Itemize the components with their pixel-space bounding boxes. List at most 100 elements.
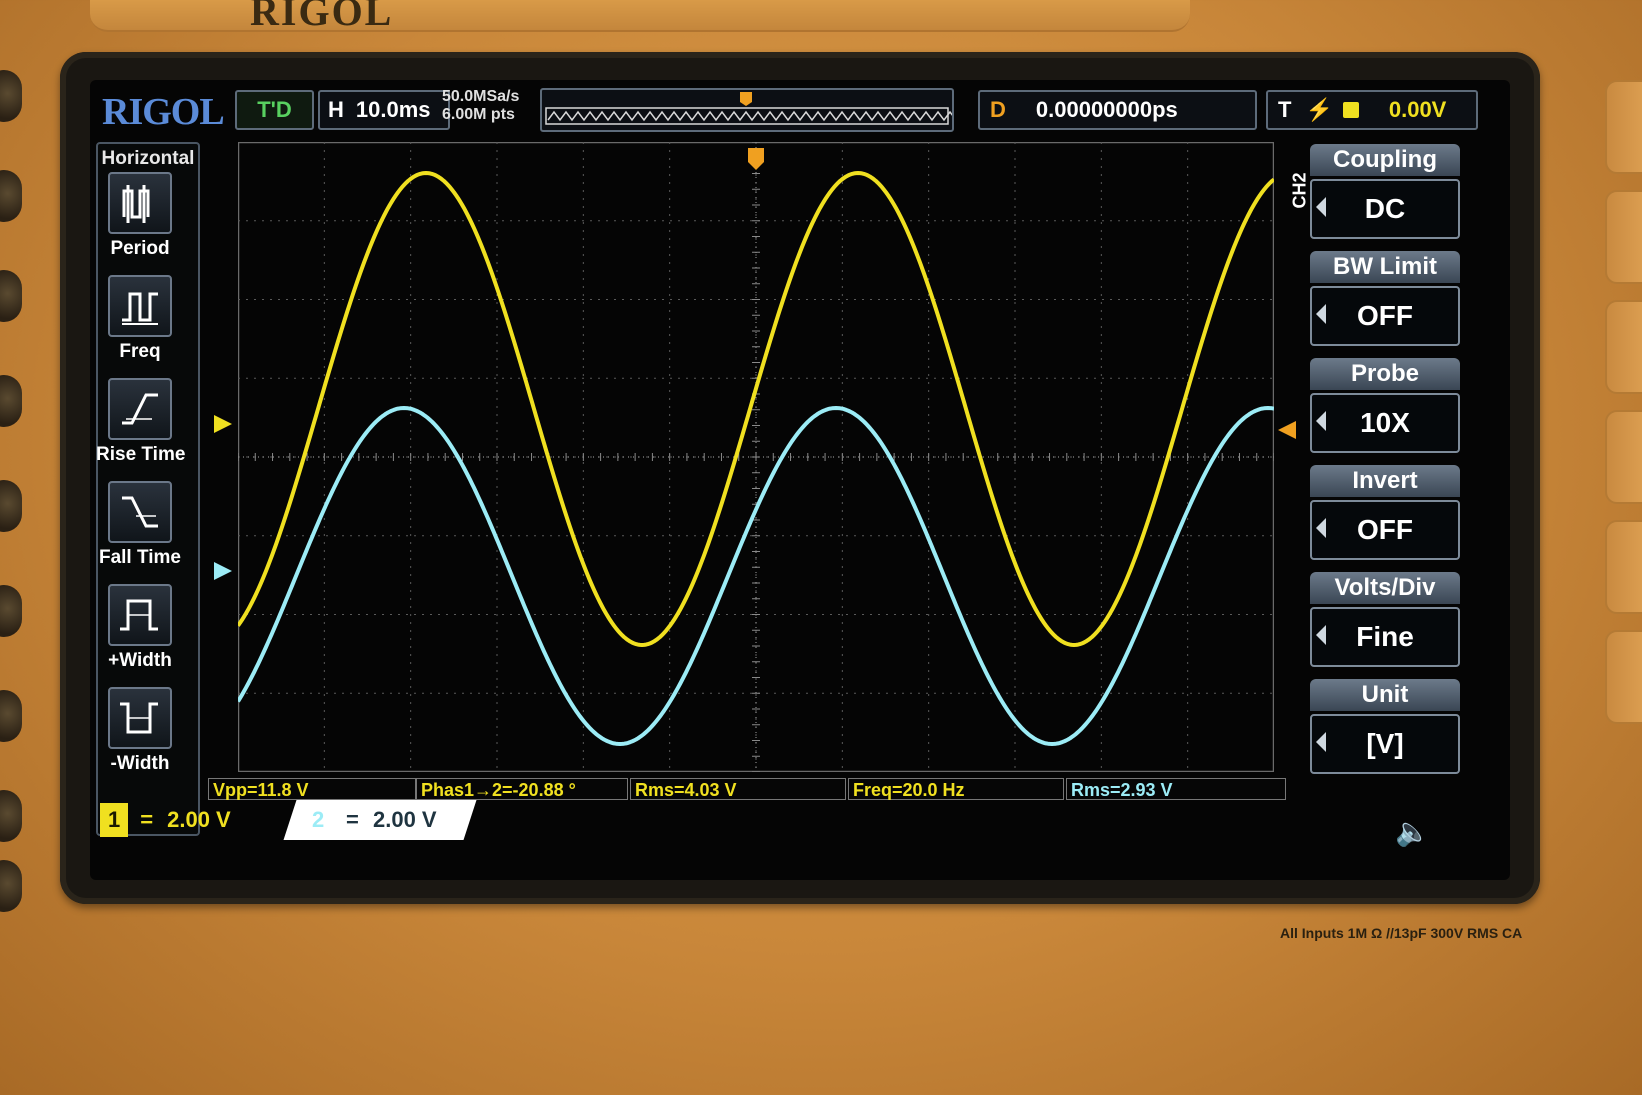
input-spec-label: All Inputs 1M Ω //13pF 300V RMS CA (1280, 925, 1523, 941)
side-knob (0, 790, 22, 842)
channel-menu-label: Volts/Div (1310, 572, 1460, 604)
negative-width-icon (108, 687, 172, 749)
horizontal-menu-item-negative-width[interactable]: -Width (96, 687, 184, 775)
timebase-display[interactable]: H 10.0ms (318, 90, 450, 130)
trigger-key: T (1278, 97, 1292, 122)
horizontal-menu-item-rise-time[interactable]: Rise Time (96, 378, 186, 466)
memory-overview (540, 88, 954, 132)
horizontal-menu-label: Rise Time (96, 444, 186, 465)
run-status: T'D (235, 90, 314, 130)
sample-rate: 50.0MSa/s (442, 88, 520, 105)
channel-menu-item-unit[interactable]: Unit [V] (1310, 679, 1460, 779)
oscilloscope-screen: RIGOL T'D H 10.0ms 50.0MSa/s 6.00M pts D… (90, 80, 1510, 880)
frequency-icon (108, 275, 172, 337)
left-arrow-icon (1316, 518, 1326, 538)
horizontal-menu-title: Horizontal (101, 148, 195, 169)
horizontal-menu-label: +Width (108, 650, 172, 671)
trigger-position-icon (748, 148, 764, 170)
channel-menu-value: OFF (1310, 286, 1460, 346)
channel-menu-value: 10X (1310, 393, 1460, 453)
horizontal-key: H (328, 97, 344, 122)
delay-display[interactable]: D 0.00000000ps (978, 90, 1257, 130)
channel-2-offset-marker-icon[interactable] (214, 562, 232, 580)
timebase-value: 10.0ms (355, 97, 431, 122)
positive-width-icon (108, 584, 172, 646)
side-knob (0, 690, 22, 742)
horizontal-menu-label: Fall Time (98, 547, 181, 568)
channel-1-indicator[interactable]: 1 = 2.00 V (100, 800, 280, 840)
horizontal-menu-label: Period (110, 238, 170, 259)
channel-1-coupling: = (140, 807, 154, 832)
left-arrow-icon (1316, 304, 1326, 324)
measurement-rms-ch2[interactable]: Rms=2.93 V (1066, 778, 1286, 800)
rise-time-icon (108, 378, 172, 440)
trigger-position-icon (740, 92, 752, 106)
channel-2-coupling: = (346, 807, 360, 832)
measurement-vpp[interactable]: Vpp=11.8 V (208, 778, 416, 800)
rigol-logo: RIGOL (102, 91, 225, 133)
channel-menu-label: Invert (1310, 465, 1460, 497)
channel-menu-label: Probe (1310, 358, 1460, 390)
softkey-button[interactable] (1605, 410, 1642, 504)
measurement-frequency[interactable]: Freq=20.0 Hz (848, 778, 1064, 800)
channel-2-indicator[interactable]: 2 = 2.00 V (283, 800, 477, 840)
left-arrow-icon (1316, 197, 1326, 217)
channel-menu-label: BW Limit (1310, 251, 1460, 283)
left-arrow-icon (1316, 411, 1326, 431)
left-arrow-icon (1316, 625, 1326, 645)
fall-time-icon (108, 481, 172, 543)
side-knob (0, 585, 22, 637)
memory-depth: 6.00M pts (442, 106, 515, 123)
delay-value: 0.00000000ps (1035, 97, 1178, 122)
softkey-button[interactable] (1605, 190, 1642, 284)
horizontal-menu-item-frequency[interactable]: Freq (96, 275, 184, 363)
horizontal-menu-label: Freq (119, 341, 161, 362)
softkey-button[interactable] (1605, 630, 1642, 724)
channel-tag: CH2 (1289, 172, 1310, 209)
left-arrow-icon (1316, 732, 1326, 752)
channel-menu-item-probe[interactable]: Probe 10X (1310, 358, 1460, 458)
side-knob (0, 480, 22, 532)
trigger-display[interactable]: T ⚡ 0.00V (1266, 90, 1478, 130)
channel-menu-item-coupling[interactable]: Coupling DC (1310, 144, 1460, 244)
channel-menu-label: Coupling (1310, 144, 1460, 176)
channel-menu-item-volts-div[interactable]: Volts/Div Fine (1310, 572, 1460, 672)
measurement-rms-ch1[interactable]: Rms=4.03 V (630, 778, 846, 800)
horizontal-menu-item-positive-width[interactable]: +Width (96, 584, 184, 672)
side-knob (0, 170, 22, 222)
softkey-button[interactable] (1605, 520, 1642, 614)
trigger-level-marker-icon[interactable] (1278, 421, 1296, 439)
measurement-phase[interactable]: Phas1→2=-20.88 ° (416, 778, 628, 800)
delay-key: D (990, 97, 1006, 122)
waveform-grid (238, 142, 1274, 772)
channel-menu-item-invert[interactable]: Invert OFF (1310, 465, 1460, 565)
channel-menu-value: Fine (1310, 607, 1460, 667)
channel-menu-item-bw-limit[interactable]: BW Limit OFF (1310, 251, 1460, 351)
bezel-top: RIGOL (90, 0, 1190, 34)
memory-waveform-icon (545, 92, 952, 125)
bezel-brand: RIGOL (250, 0, 394, 34)
side-knob (0, 375, 22, 427)
softkey-button[interactable] (1605, 300, 1642, 394)
trigger-level: 0.00V (1388, 97, 1447, 122)
softkey-button[interactable] (1605, 80, 1642, 174)
channel-1-number: 1 (100, 803, 129, 837)
channel-1-scale: 2.00 V (167, 807, 231, 832)
horizontal-menu-item-fall-time[interactable]: Fall Time (96, 481, 184, 569)
channel-2-number: 2 (312, 807, 325, 832)
period-icon (108, 172, 172, 234)
rising-edge-icon: ⚡ (1305, 97, 1333, 122)
mute-speaker-icon[interactable]: 🔈 (1395, 815, 1430, 848)
side-knob (0, 70, 22, 122)
horizontal-menu-label: -Width (110, 753, 170, 774)
side-knob (0, 270, 22, 322)
horizontal-menu-item-period[interactable]: Period (96, 172, 184, 260)
channel-menu-label: Unit (1310, 679, 1460, 711)
channel-2-scale: 2.00 V (373, 807, 437, 832)
side-knob (0, 860, 22, 912)
channel-menu-value: OFF (1310, 500, 1460, 560)
channel-1-offset-marker-icon[interactable] (214, 415, 232, 433)
channel-menu-value: DC (1310, 179, 1460, 239)
trigger-source-icon (1342, 102, 1359, 118)
acquisition-info: 50.0MSa/s 6.00M pts (442, 88, 519, 124)
